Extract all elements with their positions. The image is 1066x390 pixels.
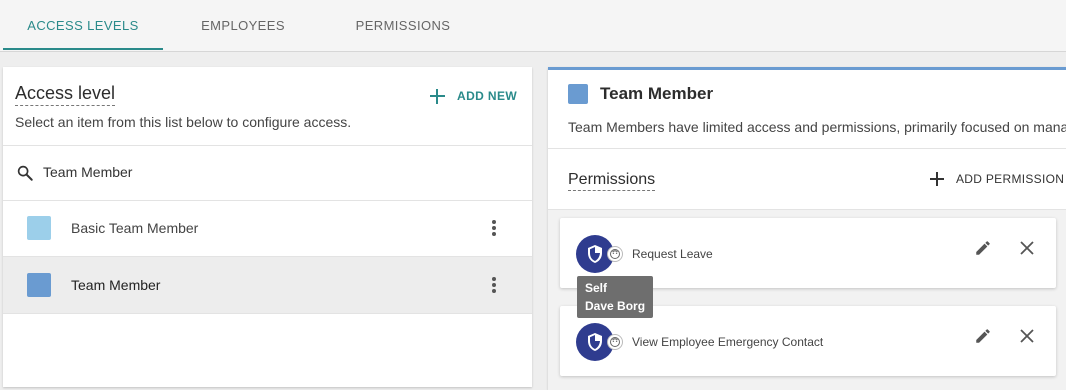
- panel-title: Access level: [15, 82, 116, 106]
- close-icon[interactable]: [1020, 241, 1034, 255]
- plus-icon: [930, 172, 944, 186]
- active-tab-indicator: [3, 48, 163, 50]
- color-swatch: [27, 216, 51, 240]
- add-new-button[interactable]: ADD NEW: [430, 87, 517, 105]
- tooltip-line-2: Dave Borg: [585, 299, 646, 313]
- tooltip: Self Dave Borg: [577, 276, 653, 318]
- self-face-icon: [607, 246, 623, 262]
- list-item[interactable]: Basic Team Member: [3, 200, 532, 257]
- add-permission-label: ADD PERMISSION: [956, 172, 1065, 186]
- tab-access-levels[interactable]: ACCESS LEVELS: [3, 0, 163, 50]
- tab-permissions[interactable]: PERMISSIONS: [323, 0, 483, 50]
- top-tab-bar: ACCESS LEVELS EMPLOYEES PERMISSIONS: [0, 0, 1066, 52]
- more-vert-icon[interactable]: [491, 220, 497, 238]
- close-icon[interactable]: [1020, 329, 1034, 343]
- list-item-label: Basic Team Member: [71, 220, 199, 236]
- permission-label: View Employee Emergency Contact: [632, 335, 824, 349]
- detail-title: Team Member: [600, 84, 714, 103]
- list-item[interactable]: Team Member: [3, 257, 532, 314]
- shield-icon: [588, 333, 602, 351]
- access-level-detail-panel: Team Member Team Members have limited ac…: [548, 67, 1066, 390]
- plus-icon: [430, 88, 445, 104]
- detail-description: Team Members have limited access and per…: [568, 119, 1066, 135]
- permissions-title: Permissions: [568, 170, 656, 191]
- access-level-panel: Access level Select an item from this li…: [3, 67, 532, 387]
- edit-icon[interactable]: [974, 239, 992, 257]
- color-swatch: [568, 84, 588, 104]
- tab-employees[interactable]: EMPLOYEES: [163, 0, 323, 50]
- search-input[interactable]: [43, 160, 503, 184]
- tooltip-line-1: Self: [585, 281, 608, 295]
- list-item-label: Team Member: [71, 277, 161, 293]
- search-row: [3, 145, 532, 201]
- edit-icon[interactable]: [974, 327, 992, 345]
- self-face-icon: [607, 334, 623, 350]
- add-new-label: ADD NEW: [457, 89, 518, 103]
- permissions-header: Permissions ADD PERMISSION: [548, 148, 1066, 210]
- more-vert-icon[interactable]: [491, 277, 497, 295]
- panel-subtitle: Select an item from this list below to c…: [15, 114, 352, 130]
- search-icon: [16, 164, 34, 182]
- color-swatch: [27, 273, 51, 297]
- permission-label: Request Leave: [632, 247, 713, 261]
- shield-icon: [588, 245, 602, 263]
- add-permission-button[interactable]: ADD PERMISSION: [930, 172, 1064, 186]
